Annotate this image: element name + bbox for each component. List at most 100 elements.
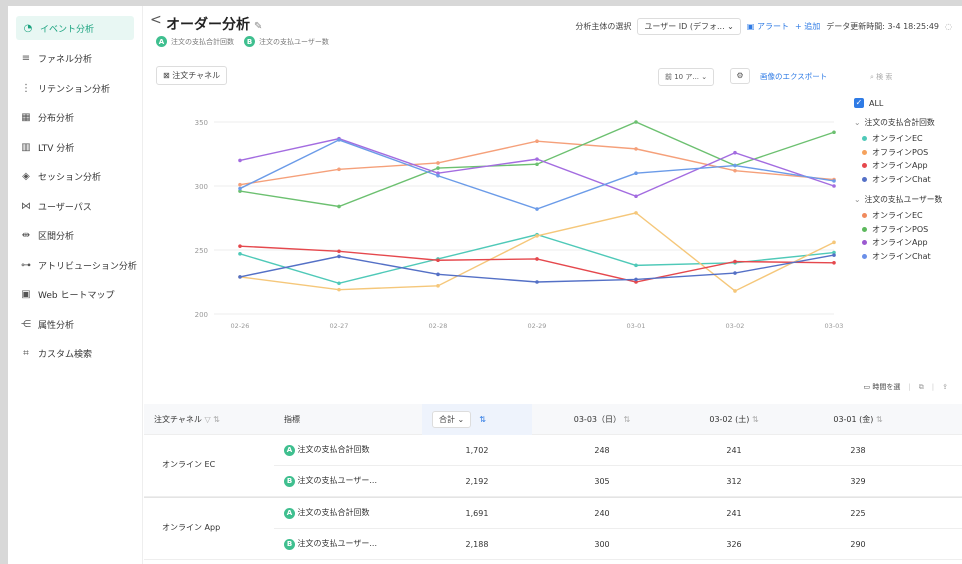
table-row: B 注文の支払ユーザー... 2,188 300 326 290 [144, 529, 962, 560]
legend-group-a[interactable]: ⌄ 注文の支払合計回数 [854, 117, 962, 128]
share-icon[interactable]: ⇪ [942, 383, 948, 391]
edit-icon[interactable]: ✎ [254, 21, 262, 32]
session-icon: ◈ [22, 171, 30, 183]
data-point [733, 289, 737, 293]
value-cell: 290 [850, 539, 866, 549]
value-cell: 225 [850, 508, 866, 518]
sidebar-item-interval[interactable]: ⇹ 区間分析 [8, 221, 142, 251]
data-point [832, 253, 836, 257]
channel-button[interactable]: ⊠ 注文チャネル [156, 66, 228, 85]
main-panel: < オーダー分析 ✎ A 注文の支払合計回数 B 注文の支払ユーザー数 分析主体の選択… [144, 6, 962, 564]
alert-button[interactable]: ▣ アラート [747, 21, 789, 32]
data-point [733, 271, 737, 275]
sum-select[interactable]: 合計 ⌄ [432, 410, 472, 428]
data-point [238, 244, 242, 248]
filter-icon[interactable]: ▽ ⇅ [204, 415, 219, 424]
data-point [535, 234, 539, 238]
table-group-ec: A 注文の支払合計回数 1,702 248 241 238 B 注文の支払ユーザ… [144, 435, 962, 497]
back-button[interactable]: < [150, 12, 162, 28]
total-cell: 2,192 [465, 476, 489, 486]
caret-icon: ⌄ [854, 195, 861, 204]
legend-dot [862, 253, 867, 259]
search-input[interactable]: ⌕ 検 索 [866, 69, 956, 85]
data-point [832, 184, 836, 188]
sidebar-item-retention[interactable]: ⋮ リテンション分析 [8, 74, 142, 104]
data-point [436, 284, 440, 288]
data-point [733, 168, 737, 173]
time-select-button[interactable]: ▭ 時間を選 [864, 382, 901, 392]
chart-legend: ✓ ALL ⌄ 注文の支払合計回数 オンラインEC オフラインPOS オンラインAp… [854, 98, 962, 263]
sidebar-item-custom-search[interactable]: ⌗ カスタム検索 [8, 339, 142, 369]
legend-dot [862, 136, 867, 142]
badge-b: B [244, 36, 255, 47]
data-table: 注文チャネル ▽ ⇅ 指標 合計 ⌄ ⇅ 03-03（日） ⇅ 03-02 (土… [144, 403, 962, 560]
x-tick-label: 03-02 [726, 322, 745, 330]
value-cell: 240 [594, 508, 610, 518]
series-line [239, 139, 835, 210]
subject-select[interactable]: ユーザー ID (デフォ... ⌄ [637, 18, 741, 35]
split-icon: ⊠ [163, 71, 170, 80]
col-date-2[interactable]: 03-02 (土) ⇅ [672, 414, 796, 425]
col-channel[interactable]: 注文チャネル ▽ ⇅ [144, 414, 274, 425]
value-cell: 241 [726, 445, 742, 455]
legend-item[interactable]: オンラインChat [862, 250, 962, 264]
channel-cell: オンライン App [144, 522, 274, 533]
gear-icon[interactable]: ⚙ [730, 68, 750, 84]
sidebar-item-funnel[interactable]: ≡ ファネル分析 [8, 44, 142, 74]
legend-item[interactable]: オフラインPOS [862, 146, 962, 160]
total-cell: 1,702 [465, 445, 489, 455]
legend-item[interactable]: オンラインApp [862, 159, 962, 173]
event-icon: ◔ [23, 22, 33, 34]
legend-item[interactable]: オンラインEC [862, 132, 962, 146]
legend-all[interactable]: ✓ ALL [854, 98, 962, 108]
sidebar-item-attribution[interactable]: ⊶ アトリビューション分析 [8, 251, 142, 281]
col-metric: 指標 [284, 414, 300, 424]
ltv-icon: ▥ [21, 141, 31, 153]
legend-item[interactable]: オフラインPOS [862, 223, 962, 237]
funnel-icon: ≡ [21, 53, 31, 65]
chevron-down-icon: ⌄ [727, 22, 734, 31]
col-date-1[interactable]: 03-03（日） ⇅ [532, 414, 672, 425]
legend-item[interactable]: オンラインEC [862, 209, 962, 223]
sidebar-item-event[interactable]: ◔ イベント分析 [16, 16, 134, 40]
prev-select[interactable]: 前 10 ア... ⌄ [658, 68, 715, 86]
x-tick-label: 03-03 [825, 322, 844, 330]
page-title: オーダー分析 ✎ [166, 17, 263, 33]
data-point [535, 157, 539, 161]
data-point [238, 252, 242, 256]
sidebar-item-session[interactable]: ◈ セッション分析 [8, 162, 142, 192]
export-image-button[interactable]: 画像のエクスポート [760, 71, 827, 82]
col-total[interactable]: 合計 ⌄ ⇅ [422, 403, 532, 435]
header-actions: 分析主体の選択 ユーザー ID (デフォ... ⌄ ▣ アラート + 追加 デー… [575, 18, 952, 35]
distribution-icon: ▦ [21, 112, 31, 124]
legend-item[interactable]: オンラインChat [862, 173, 962, 187]
y-tick-label: 300 [195, 183, 208, 191]
data-point [337, 281, 341, 286]
total-cell: 2,188 [465, 539, 489, 549]
series-line [239, 245, 835, 283]
legend-dot [862, 240, 867, 246]
y-tick-label: 350 [195, 119, 208, 127]
value-cell: 312 [726, 476, 742, 486]
sidebar-item-ltv[interactable]: ▥ LTV 分析 [8, 133, 142, 163]
sidebar-item-distribution[interactable]: ▦ 分布分析 [8, 103, 142, 133]
data-point [238, 182, 242, 187]
sidebar-item-heatmap[interactable]: ▣ Web ヒートマップ [8, 280, 142, 310]
legend-group-b[interactable]: ⌄ 注文の支払ユーザー数 [854, 194, 962, 205]
sidebar-item-attribute[interactable]: ⋲ 属性分析 [8, 310, 142, 340]
legend-dot [862, 163, 867, 169]
add-button[interactable]: + 追加 [795, 21, 820, 32]
copy-icon[interactable]: ⧉ [919, 383, 924, 392]
legend-dot [862, 226, 867, 232]
data-point [436, 272, 440, 277]
refresh-icon[interactable]: ◌ [945, 22, 952, 31]
legend-item[interactable]: オンラインApp [862, 236, 962, 250]
data-point [337, 167, 341, 172]
data-point [634, 120, 638, 124]
data-point [634, 194, 638, 199]
sidebar-item-path[interactable]: ⋈ ユーザーパス [8, 192, 142, 222]
sort-icon[interactable]: ⇅ [479, 415, 486, 424]
col-date-3[interactable]: 03-01 (金) ⇅ [796, 414, 920, 425]
caret-icon: ⌄ [854, 118, 861, 127]
data-point [436, 173, 440, 178]
